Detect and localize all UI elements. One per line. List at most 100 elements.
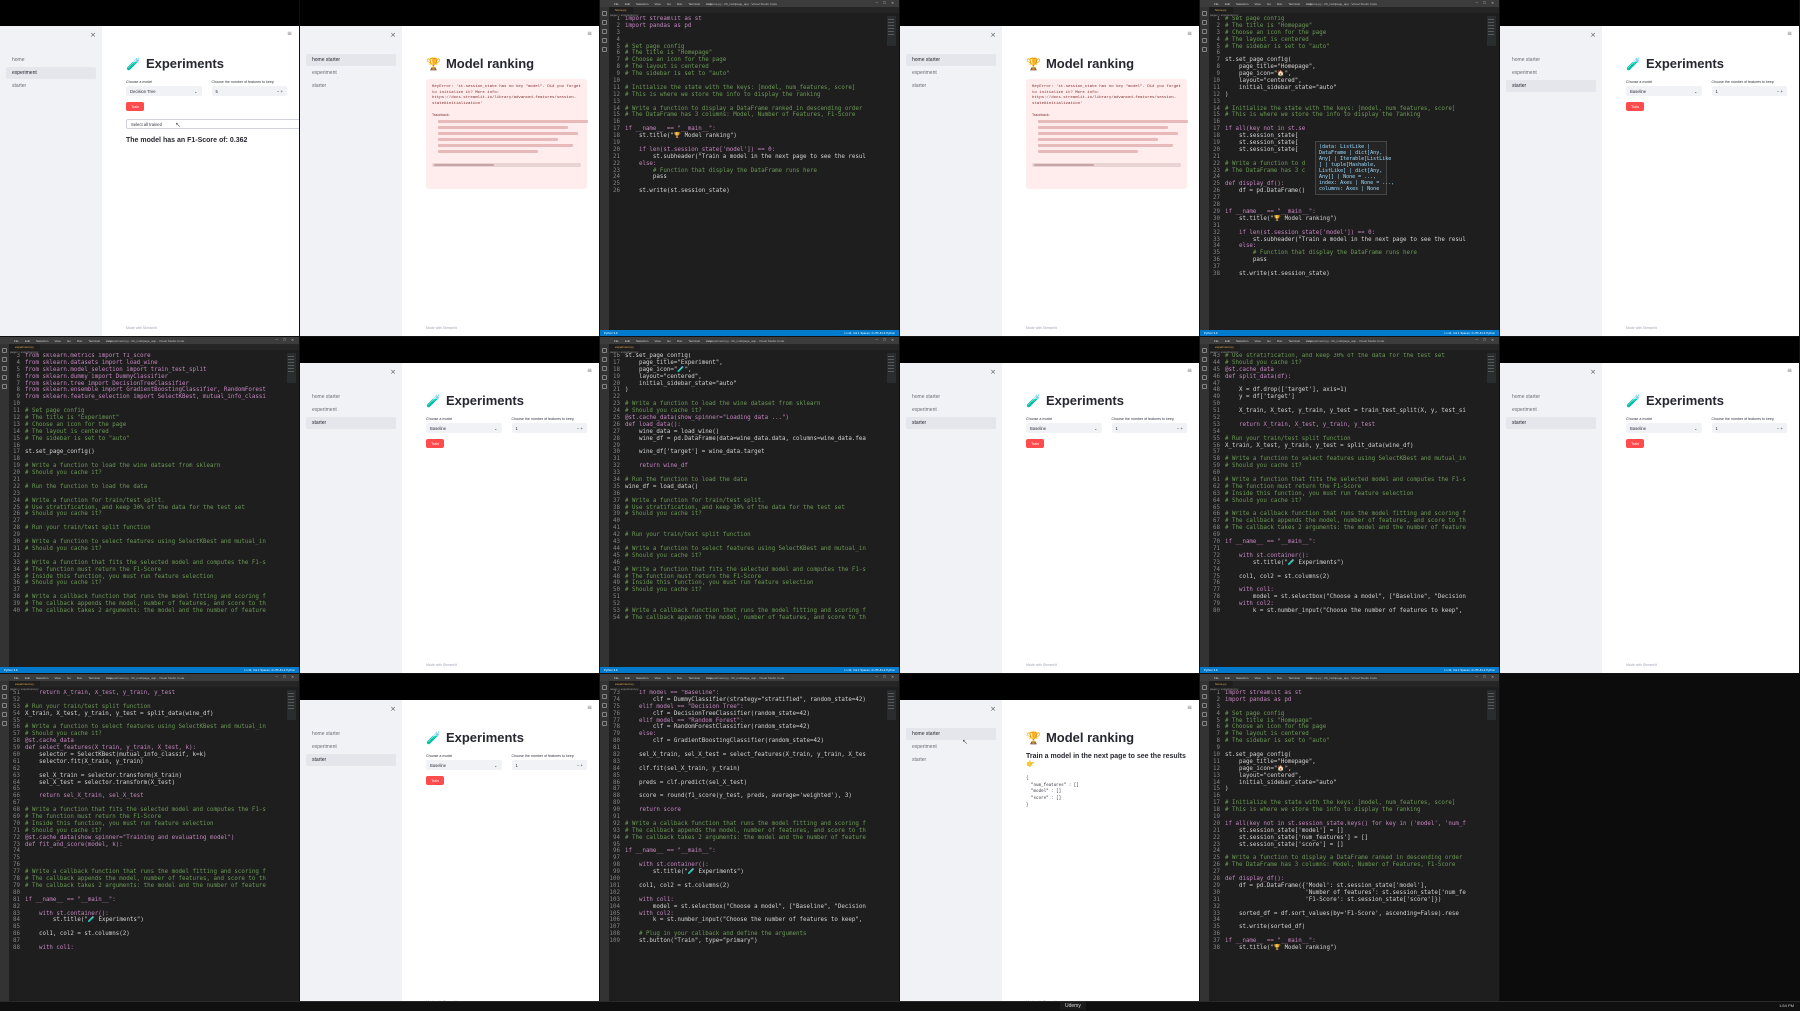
run-debug-icon[interactable] — [1202, 375, 1207, 380]
window-controls[interactable]: ─ ☐ ✕ — [876, 1, 896, 5]
close-sidebar-icon[interactable]: × — [1590, 368, 1596, 376]
menu-item[interactable]: Terminal — [688, 339, 699, 343]
menu-item[interactable]: Go — [667, 339, 671, 343]
sidebar-nav-item[interactable]: starter — [6, 80, 96, 92]
train-button[interactable]: Train — [1626, 102, 1644, 111]
menu-item[interactable]: View — [54, 339, 60, 343]
source-control-icon[interactable] — [1202, 366, 1207, 371]
menu-item[interactable]: Edit — [25, 339, 30, 343]
features-number-input[interactable]: 1 − + — [511, 760, 587, 770]
menu-item[interactable]: Selection — [1236, 2, 1248, 6]
model-select[interactable]: Baseline ⌄ — [1626, 86, 1702, 96]
run-debug-icon[interactable] — [2, 712, 7, 717]
close-sidebar-icon[interactable]: × — [990, 31, 996, 39]
sidebar-nav-item[interactable]: starter — [906, 417, 996, 429]
extensions-icon[interactable] — [1202, 384, 1207, 389]
minimap[interactable] — [1487, 353, 1496, 383]
menu-item[interactable]: View — [1254, 339, 1260, 343]
menu-item[interactable]: Go — [1267, 676, 1271, 680]
menu-item[interactable]: Go — [67, 339, 71, 343]
minimap[interactable] — [287, 690, 296, 720]
close-sidebar-icon[interactable]: × — [990, 705, 996, 713]
source-control-icon[interactable] — [1202, 29, 1207, 34]
sidebar-nav-item[interactable]: starter — [1506, 417, 1596, 429]
sidebar-nav-item[interactable]: starter — [906, 80, 996, 92]
extensions-icon[interactable] — [602, 721, 607, 726]
train-button[interactable]: Train — [126, 102, 144, 111]
menu-item[interactable]: Terminal — [88, 676, 99, 680]
close-sidebar-icon[interactable]: × — [390, 31, 396, 39]
menu-item[interactable]: Terminal — [1288, 339, 1299, 343]
code-editor[interactable]: 43 # Use stratification, and keep 30% of … — [1209, 353, 1486, 667]
menu-item[interactable]: Selection — [36, 676, 48, 680]
menu-item[interactable]: File — [614, 676, 619, 680]
sidebar-nav-item[interactable]: experiment — [906, 741, 996, 753]
close-sidebar-icon[interactable]: × — [1590, 31, 1596, 39]
minimap[interactable] — [887, 353, 896, 383]
train-button[interactable]: Train — [426, 776, 444, 785]
hamburger-menu-icon[interactable]: ≡ — [1187, 367, 1192, 374]
model-select[interactable]: Baseline ⌄ — [426, 760, 502, 770]
window-controls[interactable]: ─ ☐ ✕ — [1476, 675, 1496, 679]
window-controls[interactable]: ─ ☐ ✕ — [876, 338, 896, 342]
extensions-icon[interactable] — [1202, 721, 1207, 726]
minimap[interactable] — [287, 353, 296, 383]
menu-item[interactable]: Edit — [625, 339, 630, 343]
minimap[interactable] — [887, 16, 896, 46]
sidebar-nav-item[interactable]: starter — [1506, 80, 1596, 92]
extensions-icon[interactable] — [2, 384, 7, 389]
search-icon[interactable] — [1202, 694, 1207, 699]
hamburger-menu-icon[interactable]: ≡ — [587, 30, 592, 37]
minimap[interactable] — [887, 690, 896, 720]
stepper-icon[interactable]: − + — [1177, 426, 1183, 431]
sidebar-nav-item[interactable]: experiment — [306, 404, 396, 416]
menu-item[interactable]: Terminal — [1288, 676, 1299, 680]
run-debug-icon[interactable] — [1202, 38, 1207, 43]
search-icon[interactable] — [1202, 20, 1207, 25]
stepper-icon[interactable]: − + — [577, 426, 583, 431]
menu-item[interactable]: Run — [77, 339, 83, 343]
menu-item[interactable]: Selection — [1236, 676, 1248, 680]
minimap[interactable] — [1487, 690, 1496, 720]
features-number-input[interactable]: 1 − + — [1711, 423, 1787, 433]
hamburger-menu-icon[interactable]: ≡ — [287, 30, 292, 37]
explorer-icon[interactable] — [2, 348, 7, 353]
sidebar-nav-item[interactable]: starter — [306, 80, 396, 92]
window-controls[interactable]: ─ ☐ ✕ — [276, 675, 296, 679]
stepper-icon[interactable]: − + — [577, 763, 583, 768]
menu-item[interactable]: View — [654, 2, 660, 6]
menu-item[interactable]: Go — [667, 676, 671, 680]
menu-item[interactable]: Run — [77, 676, 83, 680]
sidebar-nav-item[interactable]: experiment — [1506, 67, 1596, 79]
run-debug-icon[interactable] — [1202, 712, 1207, 717]
menu-item[interactable]: Run — [1277, 676, 1283, 680]
search-icon[interactable] — [1202, 357, 1207, 362]
menu-item[interactable]: File — [14, 339, 19, 343]
explorer-icon[interactable] — [602, 11, 607, 16]
menu-item[interactable]: Edit — [1225, 339, 1230, 343]
sidebar-nav-item[interactable]: experiment — [306, 741, 396, 753]
menu-item[interactable]: Selection — [636, 339, 648, 343]
train-button[interactable]: Train — [1626, 439, 1644, 448]
menu-item[interactable]: Go — [67, 676, 71, 680]
sidebar-nav-item[interactable]: home — [6, 54, 96, 66]
close-sidebar-icon[interactable]: × — [390, 368, 396, 376]
sidebar-nav-item[interactable]: home starter — [306, 728, 396, 740]
hamburger-menu-icon[interactable]: ≡ — [1787, 367, 1792, 374]
sidebar-nav-item[interactable]: experiment — [906, 67, 996, 79]
search-icon[interactable] — [602, 20, 607, 25]
extensions-icon[interactable] — [602, 47, 607, 52]
menu-item[interactable]: File — [614, 339, 619, 343]
model-select[interactable]: Baseline ⌄ — [426, 423, 502, 433]
menu-item[interactable]: Terminal — [1288, 2, 1299, 6]
menu-item[interactable]: File — [614, 2, 619, 6]
source-control-icon[interactable] — [602, 366, 607, 371]
code-editor[interactable]: 73 if model == "Baseline": 74 clf = Dummy… — [609, 690, 886, 1004]
sidebar-nav-item[interactable]: home starter — [906, 54, 996, 66]
close-sidebar-icon[interactable]: × — [990, 368, 996, 376]
sidebar-nav-item[interactable]: home starter — [1506, 391, 1596, 403]
menu-item[interactable]: View — [1254, 676, 1260, 680]
minimap[interactable] — [1487, 16, 1496, 46]
menu-item[interactable]: Go — [1267, 339, 1271, 343]
code-editor[interactable]: 1 import streamlit as st 2 import pandas as… — [609, 16, 886, 330]
